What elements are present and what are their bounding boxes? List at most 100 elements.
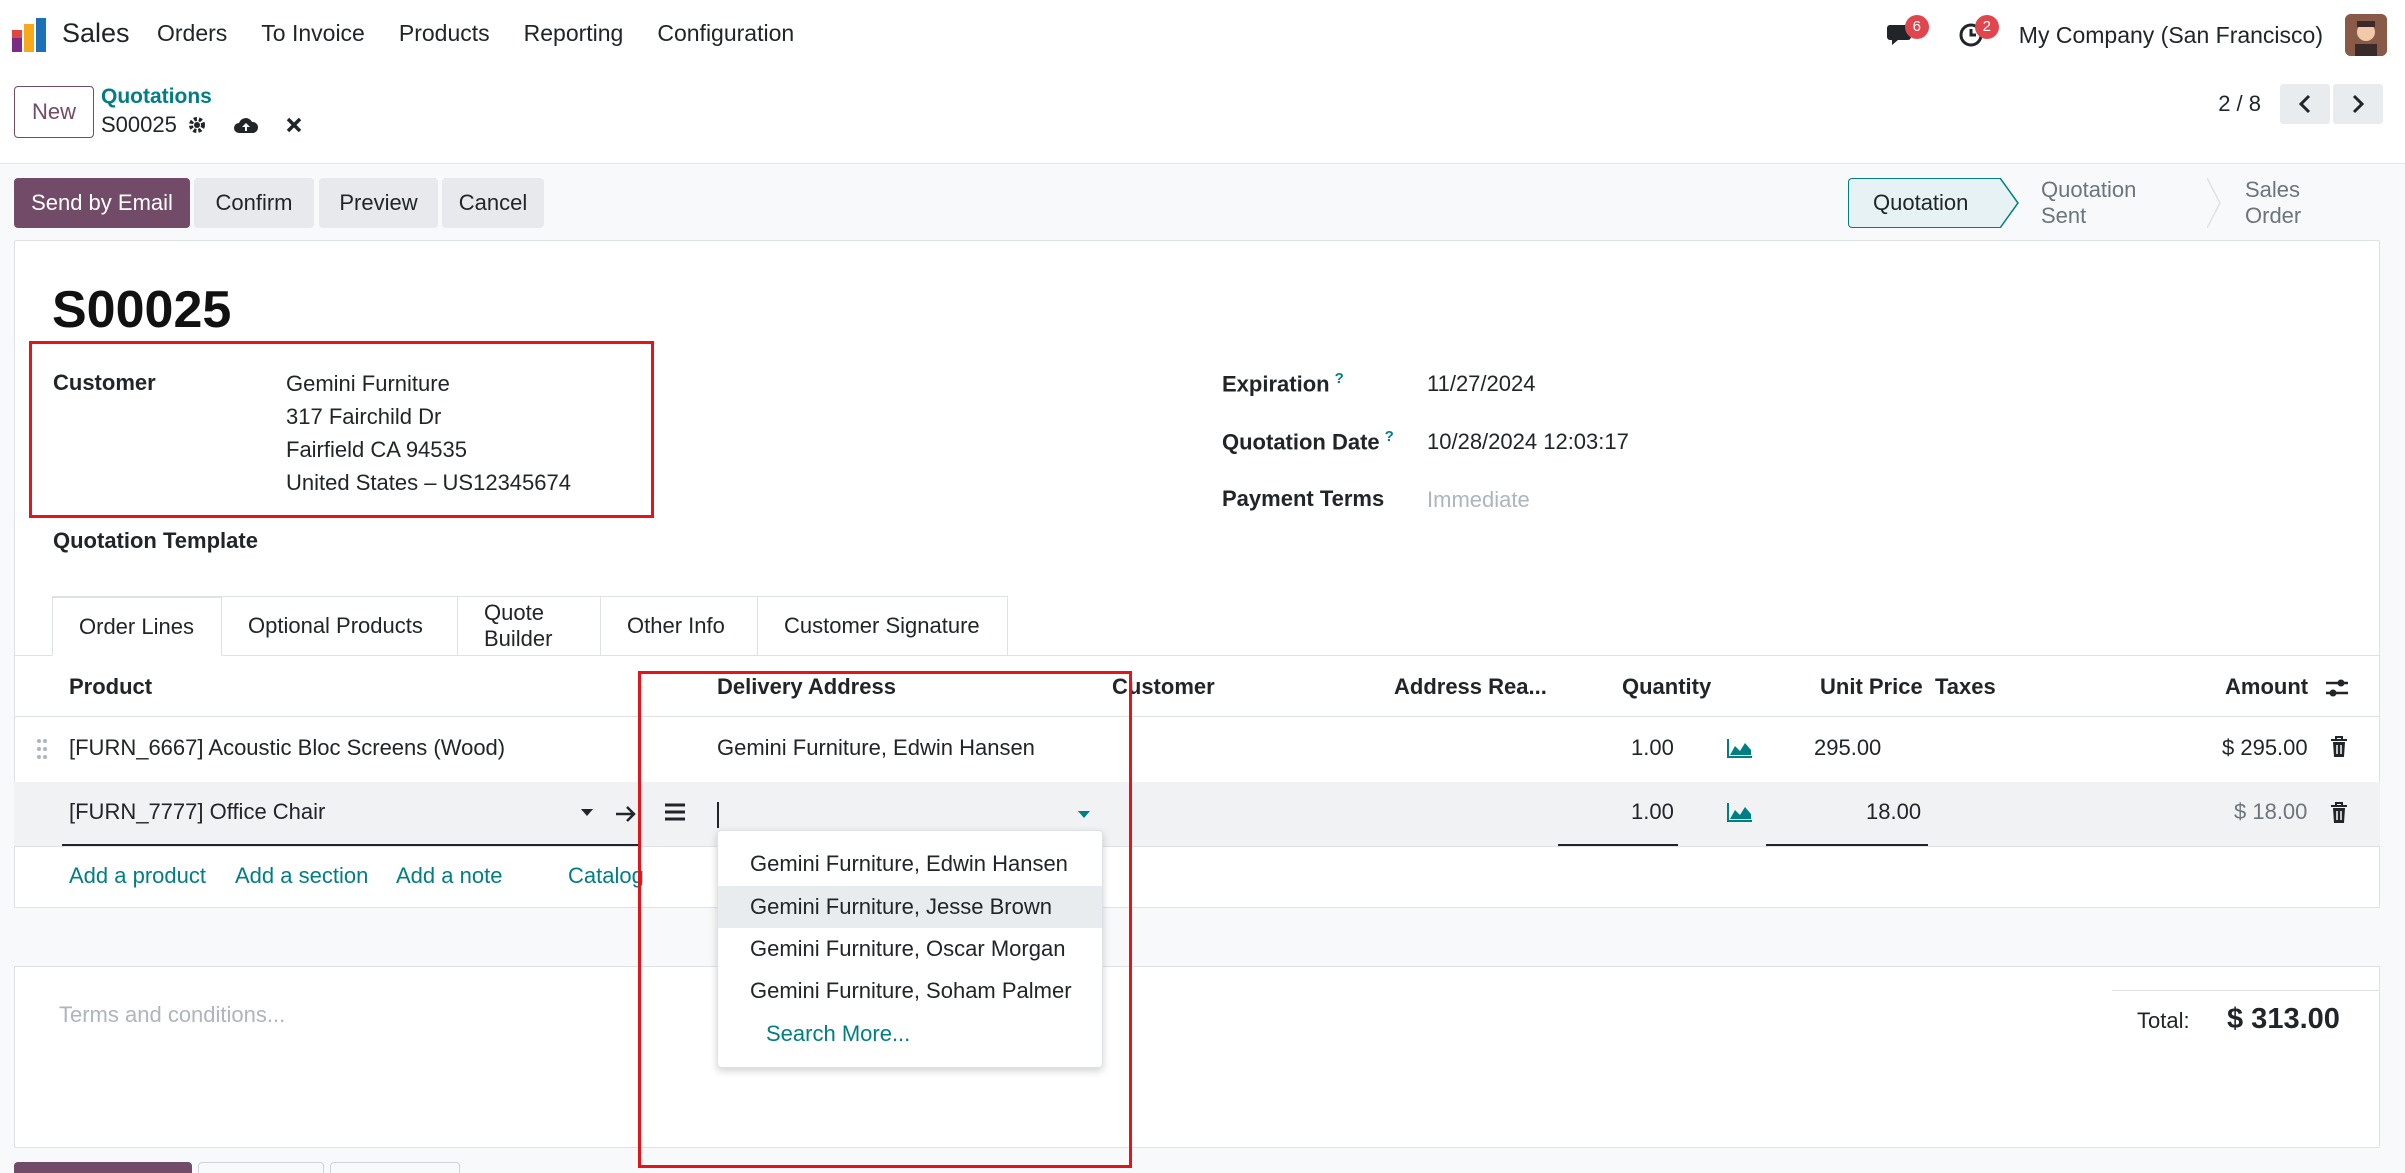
tab-customer-signature[interactable]: Customer Signature — [758, 596, 1008, 656]
table-footer-band — [14, 908, 2380, 966]
quotation-date-field[interactable]: 10/28/2024 12:03:17 — [1427, 425, 1629, 458]
forecast-chart-icon[interactable] — [1727, 802, 1753, 822]
cloud-upload-icon[interactable] — [233, 115, 259, 135]
column-product[interactable]: Product — [69, 674, 152, 700]
stage-quotation-sent-label: Quotation Sent — [2041, 177, 2137, 228]
header-divider — [14, 716, 2380, 717]
total-value: $ 313.00 — [2227, 1003, 2340, 1035]
row-divider — [14, 846, 2380, 847]
help-icon[interactable]: ? — [1385, 428, 1394, 445]
breadcrumb-quotations[interactable]: Quotations — [101, 85, 212, 109]
column-amount[interactable]: Amount — [2225, 674, 2308, 700]
quotation-template-label: Quotation Template — [53, 528, 258, 553]
menu-products[interactable]: Products — [399, 20, 490, 47]
add-section-link[interactable]: Add a section — [235, 863, 368, 889]
trash-icon[interactable] — [2330, 802, 2348, 824]
stage-sales-order[interactable]: Sales Order — [2211, 177, 2381, 228]
notebook-tabs: Order Lines Optional Products Quote Buil… — [52, 596, 1008, 656]
row-product[interactable]: [FURN_6667] Acoustic Bloc Screens (Wood) — [69, 735, 505, 761]
quotation-date-label-text: Quotation Date — [1222, 429, 1380, 455]
table-row-editing[interactable]: [FURN_7777] Office Chair 1.00 18.00 $ 18… — [14, 782, 2380, 846]
breadcrumb-current: S00025 — [101, 112, 303, 138]
column-quantity[interactable]: Quantity — [1622, 674, 1711, 700]
bottom-secondary-button[interactable] — [330, 1162, 460, 1173]
expiration-label: Expiration? — [1222, 370, 1344, 397]
expiration-label-text: Expiration — [1222, 371, 1330, 397]
tab-optional-products[interactable]: Optional Products — [222, 596, 458, 656]
company-switcher[interactable]: My Company (San Francisco) — [2019, 22, 2323, 49]
row-quantity[interactable]: 1.00 — [1631, 735, 1674, 761]
breadcrumb-record-name: S00025 — [101, 112, 177, 137]
menu-reporting[interactable]: Reporting — [524, 20, 624, 47]
row-unit-price-input[interactable]: 18.00 — [1866, 799, 1921, 825]
chevron-left-icon — [2298, 94, 2311, 114]
sales-app-icon[interactable] — [10, 16, 50, 52]
stage-sales-order-label: Sales Order — [2245, 177, 2302, 228]
payment-terms-field[interactable]: Immediate — [1427, 483, 1530, 516]
menu-configuration[interactable]: Configuration — [657, 20, 794, 47]
stage-quotation-sent[interactable]: Quotation Sent — [2001, 177, 2221, 228]
column-settings-icon[interactable] — [2324, 676, 2350, 700]
pager-previous-button[interactable] — [2280, 84, 2330, 124]
chevron-right-icon — [2352, 94, 2365, 114]
user-avatar[interactable] — [2345, 14, 2387, 56]
drag-handle-icon[interactable] — [36, 738, 48, 760]
catalog-link[interactable]: Catalog — [568, 863, 644, 889]
activities-badge: 2 — [1974, 15, 1999, 39]
payment-terms-label: Payment Terms — [1222, 486, 1385, 511]
row-unit-price[interactable]: 295.00 — [1814, 735, 1881, 761]
top-navbar: Sales Orders To Invoice Products Reporti… — [0, 0, 2405, 70]
systray: 6 2 My Company (San Francisco) — [1881, 0, 2405, 70]
app-name[interactable]: Sales — [62, 18, 130, 49]
trash-icon[interactable] — [2330, 736, 2348, 758]
confirm-button[interactable]: Confirm — [194, 178, 314, 228]
new-button[interactable]: New — [14, 86, 94, 138]
cancel-button[interactable]: Cancel — [442, 178, 544, 228]
table-row[interactable]: [FURN_6667] Acoustic Bloc Screens (Wood)… — [14, 718, 2380, 778]
add-product-link[interactable]: Add a product — [69, 863, 206, 889]
tab-order-lines[interactable]: Order Lines — [52, 596, 222, 656]
quotation-date-label: Quotation Date? — [1222, 428, 1394, 455]
add-note-link[interactable]: Add a note — [396, 863, 502, 889]
bottom-secondary-button[interactable] — [198, 1162, 324, 1173]
pager-next-button[interactable] — [2333, 84, 2383, 124]
column-taxes[interactable]: Taxes — [1935, 674, 1996, 700]
caret-down-icon[interactable] — [580, 808, 594, 818]
statusbar: Send by Email Confirm Preview Cancel Quo… — [0, 164, 2405, 240]
help-icon[interactable]: ? — [1335, 370, 1344, 387]
expiration-field[interactable]: 11/27/2024 — [1427, 367, 1535, 400]
menu-to-invoice[interactable]: To Invoice — [261, 20, 365, 47]
total-divider — [2112, 990, 2380, 991]
control-panel: New Quotations S00025 2 / 8 — [0, 70, 2405, 164]
messages-badge: 6 — [1904, 15, 1929, 39]
stage-quotation[interactable]: Quotation — [1848, 178, 2019, 228]
activities-button[interactable]: 2 — [1951, 15, 1999, 55]
user-avatar-icon — [2345, 14, 2387, 56]
discard-icon[interactable] — [285, 116, 303, 134]
tab-other-info[interactable]: Other Info — [601, 596, 758, 656]
pager: 2 / 8 — [2218, 84, 2383, 124]
delivery-address-highlight-box — [638, 671, 1132, 1168]
row-quantity-input[interactable]: 1.00 — [1631, 799, 1674, 825]
forecast-chart-icon[interactable] — [1727, 738, 1753, 758]
total-label: Total: — [2137, 1008, 2190, 1033]
stage-quotation-label: Quotation — [1873, 190, 1969, 215]
pager-value[interactable]: 2 / 8 — [2218, 91, 2261, 117]
tab-quote-builder[interactable]: Quote Builder — [458, 596, 601, 656]
menu-orders[interactable]: Orders — [157, 20, 227, 47]
customer-highlight-box — [29, 341, 654, 518]
bottom-primary-button[interactable] — [14, 1162, 192, 1173]
preview-button[interactable]: Preview — [319, 178, 438, 228]
messages-button[interactable]: 6 — [1881, 15, 1929, 55]
send-by-email-button[interactable]: Send by Email — [14, 178, 190, 228]
record-title: S00025 — [52, 281, 232, 339]
terms-and-conditions-field[interactable]: Terms and conditions... — [59, 1002, 285, 1028]
gear-icon[interactable] — [187, 115, 207, 135]
row-amount: $ 295.00 — [2222, 735, 2308, 760]
column-address-ready[interactable]: Address Rea... — [1394, 674, 1547, 700]
arrow-right-icon[interactable] — [614, 804, 638, 824]
stage-bar: Quotation Quotation Sent Sales Order — [1848, 177, 2381, 228]
row-product-input[interactable]: [FURN_7777] Office Chair — [69, 799, 325, 825]
row-divider — [14, 966, 2380, 967]
column-unit-price[interactable]: Unit Price — [1820, 674, 1923, 700]
